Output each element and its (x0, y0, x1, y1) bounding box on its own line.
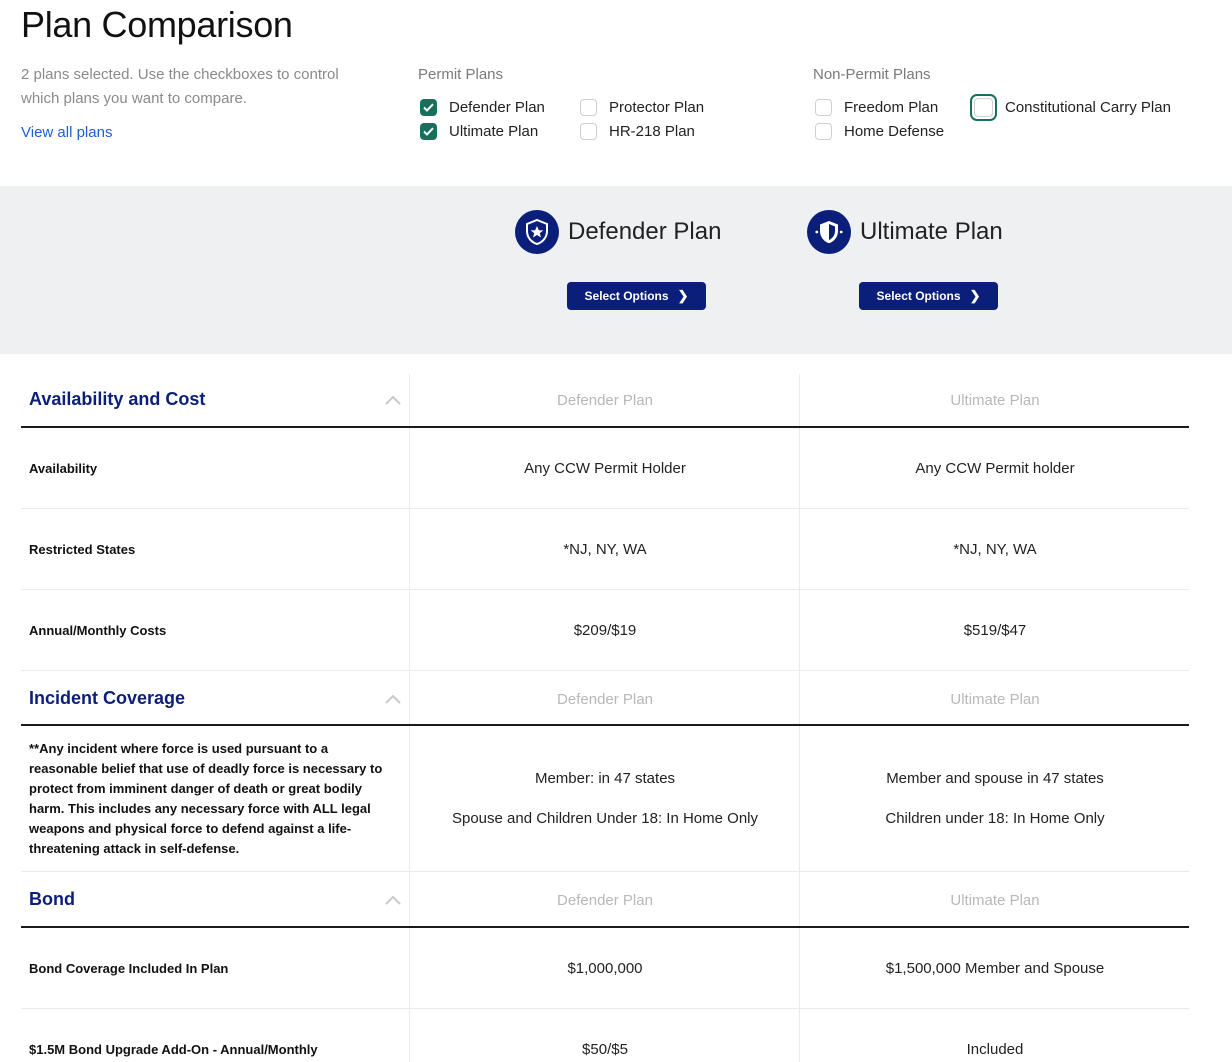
table-cell: Member: in 47 states Spouse and Children… (410, 759, 800, 839)
select-options-button-defender[interactable]: Select Options ❯ (567, 282, 706, 310)
plan-name: Defender Plan (568, 218, 722, 245)
checkbox-hr218-plan[interactable]: HR-218 Plan (580, 120, 695, 142)
plan-name: Ultimate Plan (860, 218, 1003, 245)
checkbox-icon[interactable] (815, 98, 832, 116)
permit-plans-label: Permit Plans (418, 66, 504, 83)
intro-text: 2 plans selected. Use the checkboxes to … (21, 66, 339, 107)
table-cell: Included (966, 1041, 1024, 1058)
column-header: Ultimate Plan (950, 691, 1040, 708)
row-divider (21, 508, 1189, 509)
shield-icon (807, 210, 851, 254)
table-cell: *NJ, NY, WA (953, 541, 1037, 558)
checkbox-icon[interactable] (580, 98, 597, 116)
section-title-incident[interactable]: Incident Coverage (29, 688, 185, 709)
option-label: Freedom Plan (844, 98, 939, 116)
row-label: $1.5M Bond Upgrade Add-On - Annual/Month… (29, 1042, 318, 1057)
button-label: Select Options (584, 289, 669, 303)
column-header: Ultimate Plan (950, 392, 1040, 409)
cell-line: Children under 18: In Home Only (885, 810, 1105, 827)
button-label: Select Options (876, 289, 961, 303)
cell-line: Member and spouse in 47 states (886, 770, 1104, 787)
row-divider (21, 589, 1189, 590)
checkbox-home-defense[interactable]: Home Defense (815, 120, 944, 142)
checkbox-checked-icon[interactable] (420, 122, 437, 140)
section-divider (21, 926, 1189, 928)
column-header: Ultimate Plan (950, 892, 1040, 909)
page-title: Plan Comparison (21, 4, 293, 45)
section-divider (21, 724, 1189, 726)
chevron-up-icon[interactable] (384, 894, 402, 906)
checkbox-protector-plan[interactable]: Protector Plan (580, 96, 704, 118)
column-divider (409, 374, 410, 1062)
column-header: Defender Plan (557, 892, 653, 909)
checkbox-freedom-plan[interactable]: Freedom Plan (815, 96, 938, 118)
row-divider (21, 670, 1189, 671)
select-options-button-ultimate[interactable]: Select Options ❯ (859, 282, 998, 310)
table-cell: $1,500,000 Member and Spouse (885, 960, 1105, 977)
column-header: Defender Plan (557, 392, 653, 409)
chevron-up-icon[interactable] (384, 693, 402, 705)
table-cell: Any CCW Permit holder (915, 460, 1075, 477)
checkbox-defender-plan[interactable]: Defender Plan (420, 96, 545, 118)
option-label: HR-218 Plan (609, 122, 695, 140)
section-title-bond[interactable]: Bond (29, 889, 75, 910)
checkbox-icon[interactable] (815, 122, 832, 140)
table-cell: $50/$5 (582, 1041, 628, 1058)
checkbox-checked-icon[interactable] (420, 98, 437, 116)
option-label: Ultimate Plan (449, 122, 539, 140)
checkbox-ultimate-plan[interactable]: Ultimate Plan (420, 120, 538, 142)
section-divider (21, 426, 1189, 428)
view-all-plans-link[interactable]: View all plans (21, 124, 112, 141)
table-cell: $209/$19 (573, 622, 637, 639)
table-cell: *NJ, NY, WA (563, 541, 647, 558)
cell-line: Member: in 47 states (534, 770, 676, 787)
column-divider (799, 374, 800, 1062)
row-label: **Any incident where force is used pursu… (29, 741, 383, 856)
row-label: Annual/Monthly Costs (29, 623, 167, 638)
row-label: Bond Coverage Included In Plan (29, 961, 229, 976)
option-label: Protector Plan (609, 98, 705, 116)
nonpermit-plans-label: Non-Permit Plans (813, 66, 931, 83)
option-label: Defender Plan (449, 98, 545, 116)
row-label: Availability (29, 461, 98, 476)
checkbox-constitutional-carry-plan[interactable]: Constitutional Carry Plan (970, 93, 1171, 121)
table-cell: Any CCW Permit Holder (524, 460, 686, 477)
plan-header-ultimate: Ultimate Plan (807, 210, 1003, 254)
table-cell: $519/$47 (963, 622, 1027, 639)
cell-line: Spouse and Children Under 18: In Home On… (451, 810, 758, 827)
shield-star-icon (515, 210, 559, 254)
plan-header-defender: Defender Plan (515, 210, 721, 254)
table-cell: $1,000,000 (567, 960, 643, 977)
chevron-up-icon[interactable] (384, 394, 402, 406)
checkbox-icon[interactable] (580, 122, 597, 140)
row-divider (21, 1008, 1189, 1009)
section-title-availability[interactable]: Availability and Cost (29, 389, 205, 410)
chevron-right-icon: ❯ (677, 288, 689, 303)
checkbox-focused-icon[interactable] (970, 93, 997, 121)
chevron-right-icon: ❯ (969, 288, 981, 303)
option-label: Home Defense (844, 122, 945, 140)
row-label: Restricted States (29, 542, 136, 557)
row-divider (21, 871, 1189, 872)
table-cell: Member and spouse in 47 states Children … (800, 759, 1190, 839)
option-label: Constitutional Carry Plan (1005, 98, 1171, 116)
column-header: Defender Plan (557, 691, 653, 708)
